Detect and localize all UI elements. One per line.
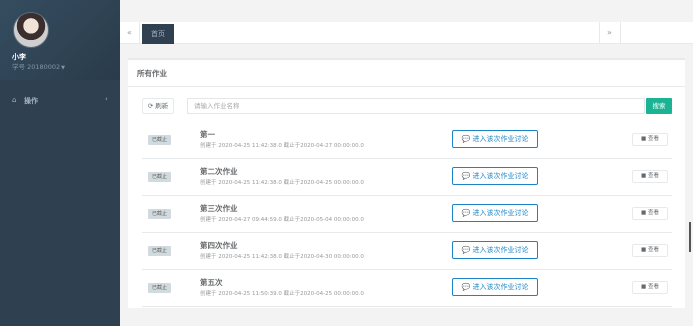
folder-icon: ■: [641, 284, 647, 290]
discuss-button[interactable]: 💬 进入该次作业讨论: [452, 130, 538, 148]
discuss-button[interactable]: 💬 进入该次作业讨论: [452, 204, 538, 222]
discuss-button[interactable]: 💬 进入该次作业讨论: [452, 278, 538, 296]
discuss-button[interactable]: 💬 进入该次作业讨论: [452, 167, 538, 185]
refresh-button[interactable]: ⟳ 刷新: [142, 98, 174, 114]
student-id-dropdown[interactable]: 学号 20180002▼: [12, 61, 65, 71]
folder-icon: ■: [641, 210, 647, 216]
status-badge: 已截止: [148, 246, 171, 256]
status-badge: 已截止: [148, 283, 171, 293]
student-id-label: 学号 20180002: [12, 63, 61, 71]
tab-home[interactable]: 首页: [142, 24, 174, 44]
comments-icon: 💬: [461, 209, 471, 217]
comments-icon: 💬: [461, 135, 471, 143]
homework-name: 第二次作业: [200, 167, 238, 176]
caret-down-icon: ▼: [61, 65, 66, 71]
homework-dates: 创建于 2020-04-25 11:42:38.0 截止于2020-04-30 …: [200, 254, 364, 260]
sidebar-item-label: 操作: [24, 97, 38, 105]
folder-icon: ■: [641, 173, 647, 179]
view-label: 查看: [647, 284, 659, 290]
list-item: 已截止 第一 创建于 2020-04-25 11:42:38.0 截止于2020…: [142, 122, 672, 159]
view-label: 查看: [647, 210, 659, 216]
homework-name: 第四次作业: [200, 241, 238, 250]
tab-scroll-left-button[interactable]: «: [120, 22, 140, 44]
view-label: 查看: [647, 173, 659, 179]
list-item: 已截止 第四次作业 创建于 2020-04-25 11:42:38.0 截止于2…: [142, 233, 672, 270]
view-label: 查看: [647, 247, 659, 253]
homework-dates: 创建于 2020-04-27 09:44:59.0 截止于2020-05-04 …: [200, 217, 364, 223]
refresh-icon: ⟳: [147, 102, 154, 110]
refresh-label: 刷新: [155, 102, 169, 110]
homework-name: 第三次作业: [200, 204, 238, 213]
homework-dates: 创建于 2020-04-25 11:42:38.0 截止于2020-04-25 …: [200, 180, 364, 186]
tab-scroll-right-button[interactable]: »: [599, 22, 619, 44]
list-item: 已截止 第三次作业 创建于 2020-04-27 09:44:59.0 截止于2…: [142, 196, 672, 233]
homework-dates: 创建于 2020-04-25 11:50:39.0 截止于2020-04-25 …: [200, 291, 364, 297]
discuss-button[interactable]: 💬 进入该次作业讨论: [452, 241, 538, 259]
sidebar: 小李 学号 20180002▼ ⌂ 操作 ‹: [0, 0, 120, 326]
view-button[interactable]: ■ 查看: [632, 133, 668, 146]
chevron-left-icon: ‹: [105, 95, 108, 103]
profile-panel: 小李 学号 20180002▼: [0, 0, 120, 80]
search-input[interactable]: [187, 98, 645, 114]
sidebar-item-operations[interactable]: ⌂ 操作 ‹: [0, 92, 120, 110]
list-item: 已截止 第二次作业 创建于 2020-04-25 11:42:38.0 截止于2…: [142, 159, 672, 196]
panel-title: 所有作业: [137, 69, 167, 78]
view-label: 查看: [647, 136, 659, 142]
discuss-label: 进入该次作业讨论: [472, 283, 529, 291]
tab-bar: « 首页 »: [120, 22, 693, 44]
avatar[interactable]: [13, 12, 49, 48]
homework-dates: 创建于 2020-04-25 11:42:38.0 截止于2020-04-27 …: [200, 143, 364, 149]
discuss-label: 进入该次作业讨论: [472, 172, 529, 180]
search-button[interactable]: 搜索: [646, 98, 672, 114]
comments-icon: 💬: [461, 172, 471, 180]
status-badge: 已截止: [148, 172, 171, 182]
homework-panel: 所有作业 ⟳ 刷新 搜索 已截止 第一 创建于 2020-04-25 11:42…: [128, 58, 685, 308]
discuss-label: 进入该次作业讨论: [472, 135, 529, 143]
status-badge: 已截止: [148, 209, 171, 219]
view-button[interactable]: ■ 查看: [632, 170, 668, 183]
status-badge: 已截止: [148, 135, 171, 145]
discuss-label: 进入该次作业讨论: [472, 246, 529, 254]
folder-icon: ■: [641, 136, 647, 142]
homework-name: 第一: [200, 130, 215, 139]
divider: [128, 86, 685, 87]
scrollbar-thumb[interactable]: [689, 222, 691, 252]
comments-icon: 💬: [461, 246, 471, 254]
view-button[interactable]: ■ 查看: [632, 207, 668, 220]
list-item: 已截止 第五次 创建于 2020-04-25 11:50:39.0 截止于202…: [142, 270, 672, 307]
tab-menu-area[interactable]: [620, 22, 693, 44]
homework-name: 第五次: [200, 278, 223, 287]
home-icon: ⌂: [12, 96, 17, 104]
discuss-label: 进入该次作业讨论: [472, 209, 529, 217]
view-button[interactable]: ■ 查看: [632, 281, 668, 294]
comments-icon: 💬: [461, 283, 471, 291]
folder-icon: ■: [641, 247, 647, 253]
view-button[interactable]: ■ 查看: [632, 244, 668, 257]
